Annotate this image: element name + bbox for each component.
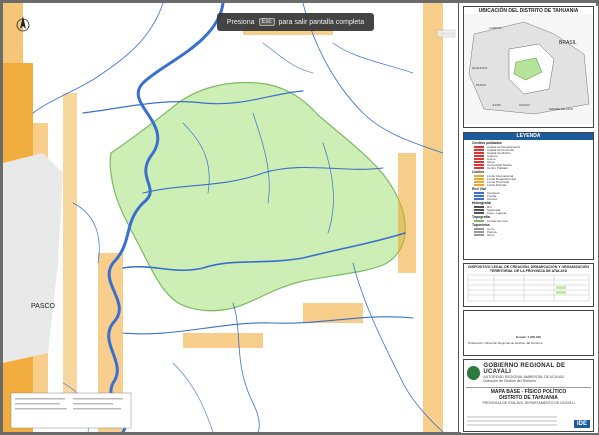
legend-swatch <box>474 227 484 230</box>
svg-text:LORETO: LORETO <box>489 26 502 30</box>
toast-suffix: para salir pantalla completa <box>278 18 365 26</box>
map-sheet: PASCO BRASIL Presiona Esc para salir pan… <box>3 3 598 433</box>
regional-logo-icon <box>467 366 481 380</box>
legend-label: Otros <box>487 232 495 237</box>
legend-swatch <box>474 180 484 183</box>
legend-label: Límite Distrital <box>487 182 507 187</box>
provincia-text: PROVINCIA DE ATALAYA, DEPARTAMENTO DE UC… <box>482 401 575 405</box>
toast-prefix: Presiona <box>226 18 255 26</box>
label-pasco: PASCO <box>31 303 56 310</box>
legend-item: Límite Distrital <box>474 182 593 187</box>
svg-text:BRASIL: BRASIL <box>559 40 577 46</box>
fullscreen-toast: Presiona Esc para salir pantalla complet… <box>217 13 374 31</box>
river-lower <box>122 316 414 335</box>
scale-box: Escala: 1:300,000 Producción: Dirección … <box>463 310 594 356</box>
location-box: UBICACIÓN DEL DISTRITO DE TAHUANIA BRASI… <box>463 6 594 128</box>
side-panel: UBICACIÓN DEL DISTRITO DE TAHUANIA BRASI… <box>461 6 598 433</box>
svg-text:HUANUCO: HUANUCO <box>472 66 488 70</box>
legend-box: LEYENDA Centros poblados Capital de Depar… <box>463 132 594 260</box>
legend-swatch <box>474 208 484 211</box>
legend-swatch <box>474 230 484 233</box>
esc-key: Esc <box>258 18 275 26</box>
legend-label: Camino <box>487 196 498 201</box>
credits-text: Producción: Dirección Regional de Gestió… <box>468 341 543 345</box>
svg-text:PASCO: PASCO <box>476 83 487 87</box>
legend-swatch <box>474 151 484 154</box>
legend-item: Otros <box>474 232 593 237</box>
dispositivo-table <box>467 274 590 302</box>
legend-label: Centro Poblado <box>487 165 508 170</box>
legend-swatch <box>474 174 484 177</box>
legend-list: Centros poblados Capital de Departamento C… <box>464 141 593 237</box>
direccion-text: Dirección de Gestión del Territorio <box>483 379 537 383</box>
legend-swatch <box>474 233 484 236</box>
legend-item: Centro Poblado <box>474 165 593 170</box>
land-left-grey <box>3 153 63 363</box>
ide-logo: IDE <box>573 420 590 428</box>
legend-label: Curvas de nivel <box>487 218 508 223</box>
legend-item: Camino <box>474 196 593 201</box>
legend-swatch <box>474 163 484 166</box>
location-title: UBICACIÓN DEL DISTRITO DE TAHUANIA <box>478 8 579 14</box>
legend-swatch <box>474 157 484 160</box>
title-block: GOBIERNO REGIONAL DE UCAYALI AUTORIDAD R… <box>463 359 594 432</box>
legend-label: Lago / Laguna <box>487 210 507 215</box>
legend-item: Lago / Laguna <box>474 210 593 215</box>
legend-title: LEYENDA <box>464 133 593 140</box>
legend-swatch <box>474 145 484 148</box>
legend-swatch <box>474 166 484 169</box>
legend-swatch <box>474 197 484 200</box>
legend-swatch <box>474 183 484 186</box>
legend-item: Curvas de nivel <box>474 218 593 223</box>
legend-swatch <box>474 191 484 194</box>
legend-swatch <box>474 177 484 180</box>
legend-swatch <box>474 219 484 222</box>
map-frame[interactable]: PASCO BRASIL Presiona Esc para salir pan… <box>3 3 459 432</box>
svg-text:CUSCO: CUSCO <box>519 103 531 107</box>
legend-swatch <box>474 194 484 197</box>
dispositivo-title: DISPOSITIVO LEGAL DE CREACIÓN, DEMARCACI… <box>468 265 589 273</box>
legend-swatch <box>474 205 484 208</box>
legend-swatch <box>474 148 484 151</box>
map-canvas: PASCO BRASIL <box>3 3 456 432</box>
gobierno-title: GOBIERNO REGIONAL DE UCAYALI <box>483 363 566 375</box>
location-map: BRASIL LORETO HUANUCO PASCO JUNIN CUSCO … <box>464 14 593 124</box>
district-tahuania-area <box>109 81 406 312</box>
dispositivo-box: DISPOSITIVO LEGAL DE CREACIÓN, DEMARCACI… <box>463 263 594 307</box>
legend-swatch <box>474 154 484 157</box>
legend-swatch <box>474 160 484 163</box>
svg-text:JUNIN: JUNIN <box>492 103 501 107</box>
legend-swatch <box>474 211 484 214</box>
svg-text:MADRE DE DIOS: MADRE DE DIOS <box>549 107 573 111</box>
